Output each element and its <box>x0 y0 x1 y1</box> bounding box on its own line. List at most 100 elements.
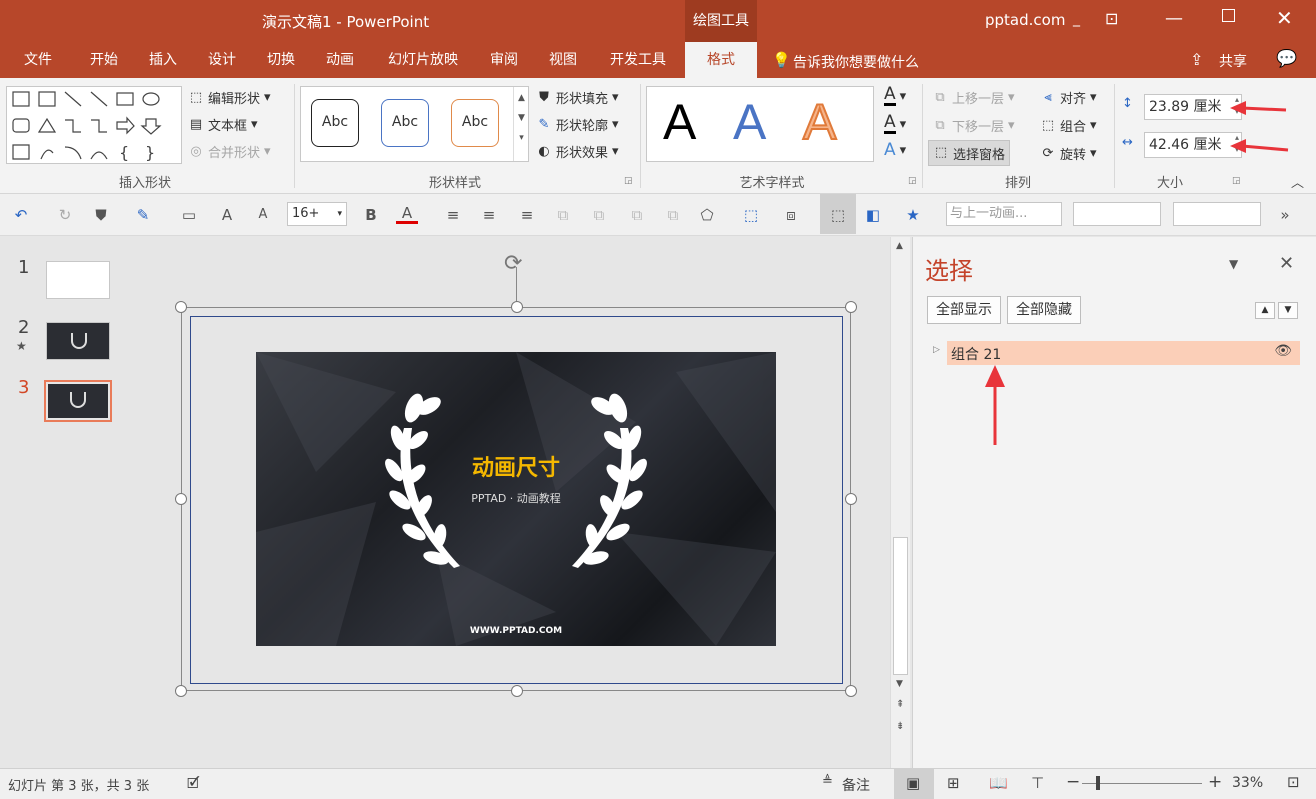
align-center-icon[interactable]: ≡ <box>478 204 500 226</box>
wordart-sample-black[interactable]: A <box>663 93 696 151</box>
shape-style-sample-blue[interactable]: Abc <box>381 99 429 147</box>
undo-icon[interactable]: ↶ <box>10 204 32 226</box>
text-effects-button[interactable]: A ▾ <box>884 140 906 160</box>
shape-fill-button[interactable]: ⛊ 形状填充 ▾ <box>536 88 618 108</box>
tab-slideshow[interactable]: 幻灯片放映 <box>377 42 469 78</box>
bring-front-icon[interactable]: ⧉ <box>588 204 610 226</box>
shape-styles-gallery[interactable]: Abc Abc Abc ▲ ▼ ▾ <box>300 86 529 162</box>
animation-start-select[interactable]: 与上一动画... <box>946 202 1062 226</box>
show-all-button[interactable]: 全部显示 <box>927 296 1001 324</box>
tab-developer[interactable]: 开发工具 <box>600 42 676 78</box>
tab-view[interactable]: 视图 <box>541 42 585 78</box>
tab-format[interactable]: 格式 <box>685 42 757 78</box>
slide-canvas[interactable]: ⟳ 动画尺寸 PPTAD · 动画教程 WWW.PPTAD.COM <box>140 237 890 768</box>
shape-height-input[interactable]: 23.89 厘米 ▴ ▾ <box>1144 94 1242 120</box>
close-icon[interactable]: ✕ <box>1276 6 1293 30</box>
zoom-slider[interactable] <box>1082 783 1202 784</box>
align-button[interactable]: ⫷ 对齐 ▾ <box>1040 88 1096 108</box>
animation-star-icon[interactable]: ★ <box>902 204 924 226</box>
slide-thumbnail-2[interactable] <box>46 322 110 360</box>
shape-style-sample-orange[interactable]: Abc <box>451 99 499 147</box>
expand-icon[interactable]: ▷ <box>933 345 940 355</box>
send-back-icon[interactable]: ⧉ <box>552 204 574 226</box>
text-box-button[interactable]: ▤ 文本框 ▾ <box>188 115 258 135</box>
group-button[interactable]: ⬚ 组合 ▾ <box>1040 116 1097 136</box>
resize-handle-l[interactable] <box>175 493 187 505</box>
notes-button[interactable]: 备注 <box>842 775 870 795</box>
layout-icon[interactable]: ◧ <box>862 204 884 226</box>
zoom-in-icon[interactable]: + <box>1208 772 1222 792</box>
collapse-ribbon-icon[interactable]: ︿ <box>1291 172 1304 191</box>
bold-icon[interactable]: B <box>360 204 382 226</box>
slide-sorter-icon[interactable]: ⊞ <box>947 774 960 792</box>
slideshow-view-icon[interactable]: ⊤ <box>1031 774 1044 792</box>
tab-home[interactable]: 开始 <box>82 42 126 78</box>
text-outline-button[interactable]: A ▾ <box>884 114 906 134</box>
resize-handle-tr[interactable] <box>845 301 857 313</box>
normal-view-button[interactable]: ▣ <box>894 769 934 799</box>
share-button[interactable]: 共享 <box>1219 51 1247 71</box>
send-backward-button[interactable]: ⧉ 下移一层 ▾ <box>932 116 1014 136</box>
shape-effects-button[interactable]: ◐ 形状效果 ▾ <box>536 142 618 162</box>
group-objects-icon[interactable]: ⧉ <box>626 204 648 226</box>
minimize-icon[interactable]: — <box>1165 8 1183 29</box>
canvas-scrollbar[interactable]: ▲ ▼ ⇞ ⇟ <box>890 237 910 768</box>
hide-all-button[interactable]: 全部隐藏 <box>1007 296 1081 324</box>
shape-outline-button[interactable]: ✎ 形状轮廓 ▾ <box>536 115 619 135</box>
ungroup-icon[interactable]: ⧉ <box>662 204 684 226</box>
align-left-icon[interactable]: ≡ <box>442 204 464 226</box>
edit-points-icon[interactable]: ⬚ <box>740 204 762 226</box>
pane-options-icon[interactable]: ▼ <box>1229 257 1238 271</box>
spellcheck-icon[interactable]: 🗹 <box>187 773 200 797</box>
wordart-gallery[interactable]: A A A <box>646 86 874 162</box>
animation-delay-input[interactable] <box>1173 202 1261 226</box>
scroll-down-icon[interactable]: ▼ <box>896 679 903 689</box>
outline-pen-icon[interactable]: ✎ <box>132 204 154 226</box>
selection-pane-toggle[interactable]: ⬚ <box>820 194 856 234</box>
resize-handle-r[interactable] <box>845 493 857 505</box>
tab-file[interactable]: 文件 <box>14 42 62 78</box>
rotate-button[interactable]: ⟳ 旋转 ▾ <box>1040 144 1097 164</box>
dialog-launcher-icon[interactable]: ◲ <box>624 176 633 186</box>
next-slide-icon[interactable]: ⇟ <box>896 721 904 732</box>
text-box-icon[interactable]: ▭ <box>178 204 200 226</box>
tab-insert[interactable]: 插入 <box>141 42 185 78</box>
tab-animations[interactable]: 动画 <box>318 42 362 78</box>
grow-font-icon[interactable]: A <box>216 204 238 226</box>
zoom-level[interactable]: 33% <box>1232 775 1263 791</box>
ribbon-display-icon[interactable]: ⊡ <box>1105 9 1118 28</box>
wordart-sample-orange[interactable]: A <box>802 93 837 151</box>
maximize-icon[interactable] <box>1222 9 1235 22</box>
wordart-sample-blue[interactable]: A <box>733 93 766 151</box>
slide-thumbnail-1[interactable] <box>46 261 110 299</box>
visibility-eye-icon[interactable]: 👁 <box>1274 343 1292 359</box>
move-up-icon[interactable]: ▲ <box>1255 302 1275 319</box>
fit-to-window-icon[interactable]: ⊡ <box>1287 773 1300 791</box>
slide-image[interactable]: 动画尺寸 PPTAD · 动画教程 WWW.PPTAD.COM <box>256 352 776 646</box>
notes-icon[interactable]: ≜ <box>822 774 833 789</box>
gallery-scroll[interactable]: ▲ ▼ ▾ <box>513 87 529 161</box>
slide-thumbnail-3[interactable] <box>44 380 112 422</box>
font-size-select[interactable]: 16+ ▾ <box>287 202 347 226</box>
edit-shape-button[interactable]: ⬚ 编辑形状 ▾ <box>188 88 271 108</box>
dialog-launcher-icon[interactable]: ◲ <box>1232 176 1241 186</box>
pane-close-icon[interactable]: ✕ <box>1279 253 1294 274</box>
selection-item[interactable]: 组合 21 👁 <box>947 341 1300 365</box>
text-fill-button[interactable]: A ▾ <box>884 86 906 106</box>
tab-transitions[interactable]: 切换 <box>259 42 303 78</box>
resize-handle-b[interactable] <box>511 685 523 697</box>
merge-shapes-button[interactable]: ◎ 合并形状 ▾ <box>188 142 270 162</box>
comments-icon[interactable]: 💬 <box>1276 49 1297 69</box>
shapes-icon[interactable]: ⬠ <box>696 204 718 226</box>
share-icon[interactable]: ⇪ <box>1190 50 1203 69</box>
selection-pane-button[interactable]: ⬚ 选择窗格 <box>928 140 1011 166</box>
zoom-out-icon[interactable]: − <box>1066 772 1080 792</box>
tell-me-search[interactable]: 告诉我你想要做什么 <box>793 52 919 72</box>
previous-slide-icon[interactable]: ⇞ <box>896 699 904 710</box>
animation-duration-input[interactable] <box>1073 202 1161 226</box>
shrink-font-icon[interactable]: A <box>252 204 274 226</box>
scroll-thumb[interactable] <box>893 537 908 675</box>
shape-width-input[interactable]: 42.46 厘米 ▴ ▾ <box>1144 132 1242 158</box>
resize-handle-bl[interactable] <box>175 685 187 697</box>
resize-handle-t[interactable] <box>511 301 523 313</box>
